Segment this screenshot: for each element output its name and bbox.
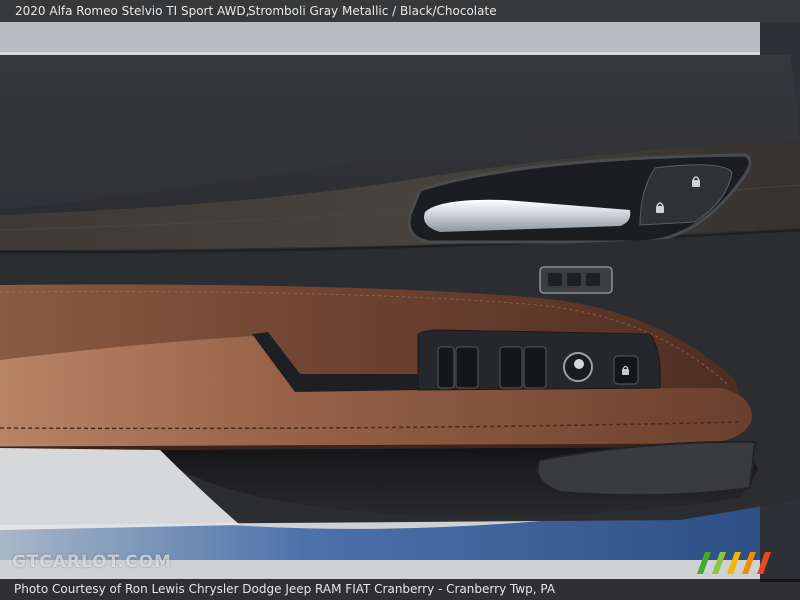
caption-vehicle: 2020 Alfa Romeo Stelvio TI Sport AWD,	[15, 4, 250, 18]
logo-stripe	[712, 552, 726, 574]
photo-credit: Photo Courtesy of Ron Lewis Chrysler Dod…	[14, 582, 556, 596]
caption-colors: Stromboli Gray Metallic / Black/Chocolat…	[248, 4, 497, 18]
window-switch-2[interactable]	[455, 346, 479, 389]
logo-stripe	[727, 552, 741, 574]
site-watermark: GTCARLOT.COM	[12, 552, 172, 572]
logo-stripe	[742, 552, 756, 574]
seat-memory-switch[interactable]	[539, 266, 613, 294]
window-switch-panel	[417, 329, 661, 391]
door-panel-photo	[0, 0, 800, 600]
striped-flag-logo-icon	[697, 552, 771, 574]
photo-credit-bar: Photo Courtesy of Ron Lewis Chrysler Dod…	[0, 579, 800, 600]
window-glass	[0, 22, 800, 52]
photo-caption-bar: 2020 Alfa Romeo Stelvio TI Sport AWD, St…	[0, 0, 800, 22]
window-switch-3[interactable]	[499, 346, 523, 389]
logo-stripe	[697, 552, 711, 574]
logo-stripe	[757, 552, 771, 574]
window-switch-4[interactable]	[523, 346, 547, 389]
window-switch-1[interactable]	[437, 346, 455, 389]
